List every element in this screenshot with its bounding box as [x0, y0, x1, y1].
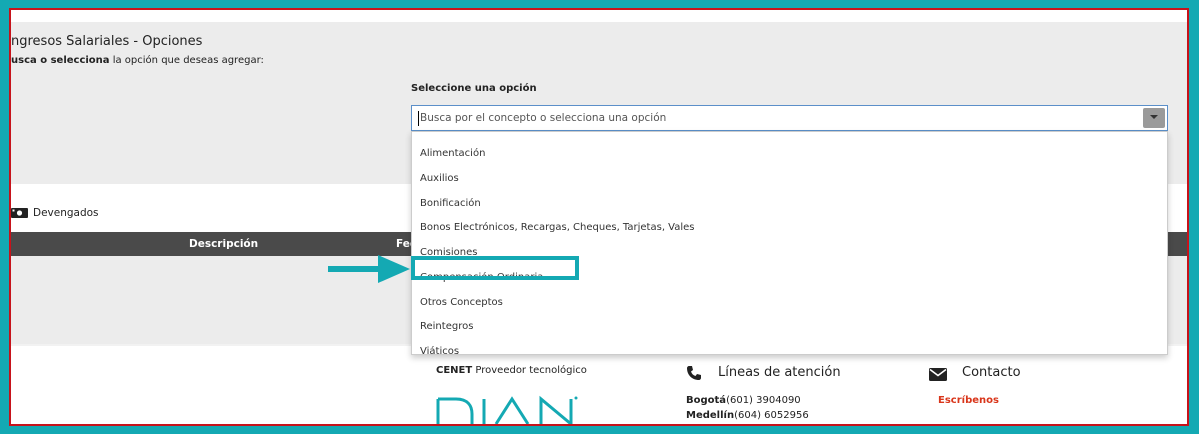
- cenet-name: CENET: [436, 365, 473, 376]
- subtitle-text: la opción que deseas agregar:: [109, 55, 264, 66]
- concept-select[interactable]: Busca por el concepto o selecciona una o…: [411, 105, 1168, 131]
- option-item[interactable]: Alimentación: [420, 148, 485, 159]
- select-label: Seleccione una opción: [411, 83, 537, 94]
- app-viewport: ngresos Salariales - Opciones usca o sel…: [9, 8, 1189, 426]
- option-item[interactable]: Reintegros: [420, 321, 473, 332]
- pointer-arrow-icon: [328, 255, 410, 283]
- text-cursor: [418, 111, 419, 126]
- option-item[interactable]: Viáticos: [420, 346, 459, 357]
- phone-medellin: Medellín(604) 6052956: [686, 410, 809, 421]
- option-item[interactable]: Otros Conceptos: [420, 297, 503, 308]
- phone-number: (604) 6052956: [734, 410, 809, 421]
- page-subtitle: usca o selecciona la opción que deseas a…: [11, 55, 264, 66]
- money-bill-icon: [11, 208, 28, 218]
- option-item[interactable]: Bonificación: [420, 198, 481, 209]
- devengados-label: Devengados: [33, 207, 99, 219]
- chevron-down-icon: [1150, 115, 1158, 119]
- contact-lines-heading: Líneas de atención: [718, 365, 841, 380]
- phone-bogota: Bogotá(601) 3904090: [686, 395, 801, 406]
- footer: [11, 344, 1187, 424]
- subtitle-bold: usca o selecciona: [11, 55, 110, 66]
- option-item[interactable]: Auxilios: [420, 173, 459, 184]
- options-dropdown: Alimentación Auxilios Bonificación Bonos…: [411, 131, 1168, 357]
- top-band: [11, 10, 1187, 22]
- option-item[interactable]: Bonos Electrónicos, Recargas, Cheques, T…: [420, 222, 695, 233]
- phone-city: Bogotá: [686, 395, 727, 406]
- cenet-desc: Proveedor tecnológico: [472, 365, 587, 376]
- contact-heading: Contacto: [962, 365, 1021, 380]
- phone-city: Medellín: [686, 410, 735, 421]
- phone-number: (601) 3904090: [726, 395, 801, 406]
- write-us-link[interactable]: Escríbenos: [938, 395, 999, 406]
- page-title: ngresos Salariales - Opciones: [11, 34, 203, 49]
- cenet-provider: CENET Proveedor tecnológico: [436, 365, 587, 376]
- dian-logo: [436, 395, 578, 424]
- select-placeholder: Busca por el concepto o selecciona una o…: [420, 112, 667, 124]
- column-header-descripcion[interactable]: Descripción: [189, 238, 258, 250]
- phone-icon: [687, 366, 701, 380]
- envelope-icon: [929, 368, 947, 381]
- highlight-box: [411, 256, 579, 280]
- dropdown-toggle-button[interactable]: [1143, 108, 1165, 128]
